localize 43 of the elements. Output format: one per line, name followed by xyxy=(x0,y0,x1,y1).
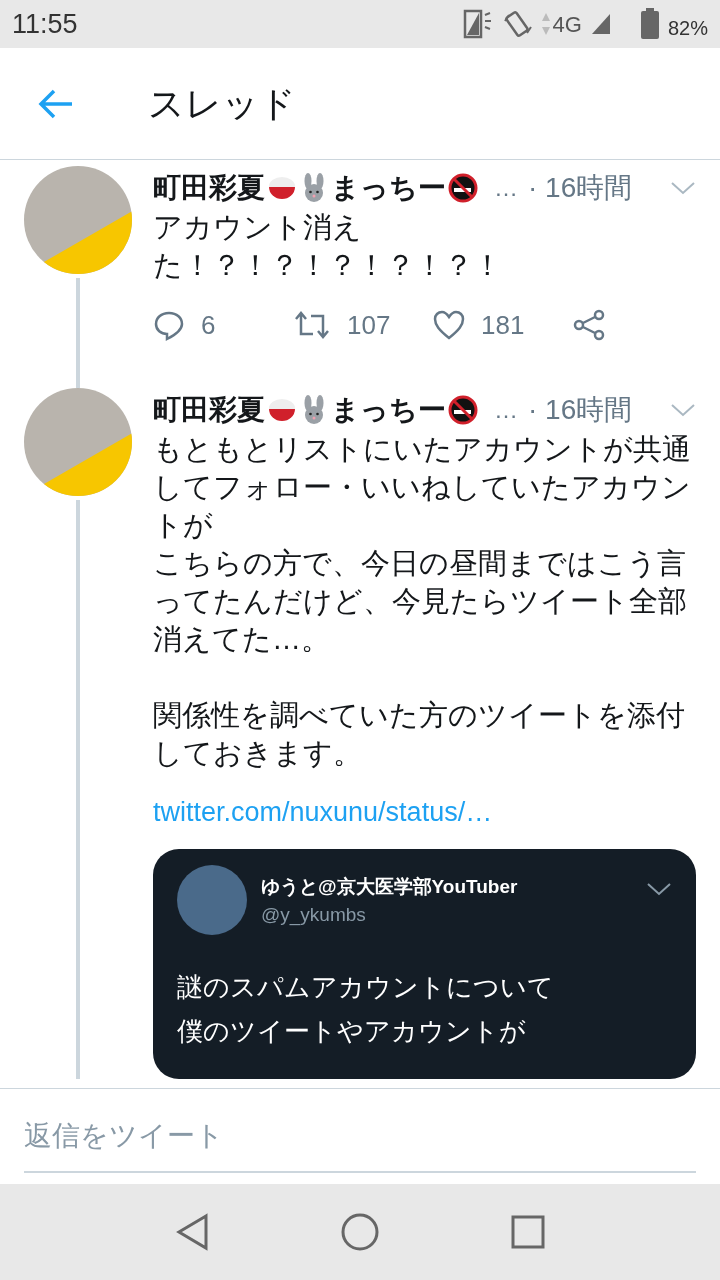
back-triangle-icon[interactable] xyxy=(175,1213,210,1251)
reply-input-field[interactable]: 返信をツイート xyxy=(24,1115,696,1173)
battery-percent: 82% xyxy=(667,16,708,41)
vibrate-icon xyxy=(502,9,533,39)
no-smoking-icon xyxy=(448,173,478,203)
quoted-tweet-text: 僕のツイートやアカウントが xyxy=(177,1014,527,1048)
like-count: 181 xyxy=(481,308,525,342)
tweet-text: 関係性を調べていた方のツイートを添付しておきます。 xyxy=(153,698,686,771)
quoted-tweet-card[interactable]: ゆうと@京大医学部YouTuber @y_ykumbs 謎のスパムアカウントについて 僕のツイートやアカウントが xyxy=(153,848,696,1079)
name-truncation: … xyxy=(494,173,518,203)
tweet-text: もともとリストにいたアカウントが共通してフォロー・いいねしていたアカウントが xyxy=(153,432,692,543)
tweet-time: · 16時間 xyxy=(528,393,633,427)
quoted-tweet-text: 謎のスパムアカウントについて xyxy=(177,970,555,1004)
tweet-text: アカウント消え xyxy=(153,210,363,245)
reply-icon[interactable] xyxy=(153,309,185,341)
retweet-count: 107 xyxy=(347,308,391,342)
network-type: 4G xyxy=(552,10,582,39)
chevron-down-icon[interactable] xyxy=(646,880,672,897)
user-name: まっちー xyxy=(331,393,446,427)
battery-icon xyxy=(639,8,660,40)
signal-icon xyxy=(589,12,612,36)
quoted-user-handle: @y_ykumbs xyxy=(261,903,367,928)
home-circle-icon[interactable] xyxy=(340,1212,380,1252)
data-arrows-icon xyxy=(540,11,551,37)
quoted-user-name: ゆうと@京大医学部YouTuber xyxy=(261,874,518,899)
recents-square-icon[interactable] xyxy=(510,1215,545,1249)
user-name: まっちー xyxy=(331,171,446,205)
retweet-icon[interactable] xyxy=(293,310,331,340)
tweet-text: こちらの方で、今日の昼間まではこう言ってたんだけど、今見たらツイート全部消えてた…。 xyxy=(153,546,688,657)
tweet-text: た！？！？！？！？！？！ xyxy=(153,248,503,283)
clock-time: 11:55 xyxy=(12,7,78,41)
rice-bowl-icon xyxy=(267,174,297,202)
back-arrow-icon[interactable] xyxy=(38,87,74,120)
heart-icon[interactable] xyxy=(433,310,465,340)
share-icon[interactable] xyxy=(573,309,605,341)
name-truncation: … xyxy=(494,395,518,425)
rice-bowl-icon xyxy=(267,396,297,424)
reply-count: 6 xyxy=(201,308,216,342)
page-title: スレッド xyxy=(148,81,296,126)
tweet-time: · 16時間 xyxy=(528,171,633,205)
user-name: 町田彩夏 xyxy=(153,393,265,427)
user-name: 町田彩夏 xyxy=(153,171,265,205)
no-smoking-icon xyxy=(448,395,478,425)
